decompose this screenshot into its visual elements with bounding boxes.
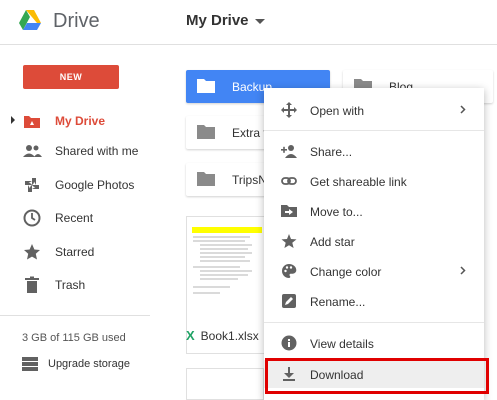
pencil-icon [282, 294, 296, 308]
sidebar-item-label: Starred [55, 245, 95, 259]
menu-item-label: Rename... [310, 295, 366, 309]
sidebar-item-trash[interactable]: Trash [0, 270, 150, 300]
spreadsheet-thumbnail [190, 219, 265, 314]
menu-item-add-star[interactable]: Add star [264, 227, 484, 255]
menu-item-open-with[interactable]: Open with [264, 96, 484, 124]
expand-arrow-icon[interactable] [11, 116, 15, 124]
location-label: My Drive [186, 12, 249, 29]
download-highlight-box [265, 358, 489, 394]
new-button[interactable]: NEW [23, 65, 119, 89]
top-bar: Drive My Drive [0, 0, 497, 45]
add-person-icon [281, 145, 297, 158]
menu-item-label: Add star [310, 235, 355, 249]
menu-separator [264, 322, 484, 323]
document-thumbnail[interactable] [186, 368, 264, 400]
sidebar-item-label: Google Photos [55, 178, 135, 192]
palette-icon [282, 264, 297, 278]
sidebar-item-label: Recent [55, 211, 94, 225]
sidebar-item-my-drive[interactable]: My Drive [0, 106, 150, 136]
menu-item-rename[interactable]: Rename... [264, 287, 484, 315]
storage-usage: 3 GB of 115 GB used [22, 332, 126, 344]
menu-item-label: Move to... [310, 205, 363, 219]
star-icon [281, 234, 297, 248]
excel-icon: X [186, 328, 195, 343]
menu-item-label: Open with [310, 104, 365, 118]
chevron-right-icon [460, 266, 466, 275]
menu-item-change-color[interactable]: Change color [264, 257, 484, 285]
menu-item-view-details[interactable]: View details [264, 329, 484, 357]
context-menu: Open with Share... Get shareable link Mo… [264, 88, 484, 400]
file-name-row[interactable]: X Book1.xlsx [186, 328, 259, 343]
folder-icon [197, 125, 215, 139]
move-arrows-icon [281, 102, 297, 118]
app-title[interactable]: Drive [53, 10, 100, 33]
move-folder-icon [281, 205, 297, 217]
sidebar-item-label: Trash [55, 278, 86, 292]
menu-item-label: Change color [310, 265, 382, 279]
sidebar-item-starred[interactable]: Starred [0, 237, 150, 267]
menu-item-label: Get shareable link [310, 175, 407, 189]
folder-icon [197, 172, 215, 186]
clock-icon [23, 209, 41, 227]
sidebar-item-recent[interactable]: Recent [0, 203, 150, 233]
menu-item-label: Share... [310, 145, 353, 159]
drive-logo-icon[interactable] [19, 10, 41, 30]
upgrade-storage-link[interactable]: Upgrade storage [22, 357, 130, 375]
chevron-right-icon [460, 105, 466, 114]
caret-down-icon [254, 18, 265, 24]
trash-icon [25, 276, 39, 293]
menu-item-share[interactable]: Share... [264, 137, 484, 165]
my-drive-icon [24, 116, 40, 128]
people-icon [23, 145, 42, 157]
sidebar: NEW My Drive Shared with me Google Photo… [0, 46, 150, 400]
sidebar-item-label: My Drive [55, 114, 106, 128]
file-name: Book1.xlsx [200, 329, 259, 343]
sidebar-divider [0, 315, 150, 316]
location-dropdown[interactable]: My Drive [186, 12, 265, 29]
menu-item-move-to[interactable]: Move to... [264, 197, 484, 225]
menu-separator [264, 130, 484, 131]
upgrade-storage-label: Upgrade storage [48, 357, 130, 370]
sidebar-item-photos[interactable]: Google Photos [0, 170, 150, 200]
sidebar-item-label: Shared with me [55, 144, 139, 158]
link-icon [281, 177, 297, 185]
folder-icon [197, 79, 215, 93]
storage-icon [22, 357, 38, 371]
folder-name: TripsN [232, 173, 267, 187]
star-icon [24, 244, 40, 260]
sidebar-item-shared[interactable]: Shared with me [0, 136, 150, 166]
pinwheel-icon [25, 178, 39, 192]
folder-name: Extra f [232, 126, 267, 140]
menu-item-get-link[interactable]: Get shareable link [264, 167, 484, 195]
menu-item-label: View details [310, 337, 374, 351]
info-icon [281, 335, 297, 351]
